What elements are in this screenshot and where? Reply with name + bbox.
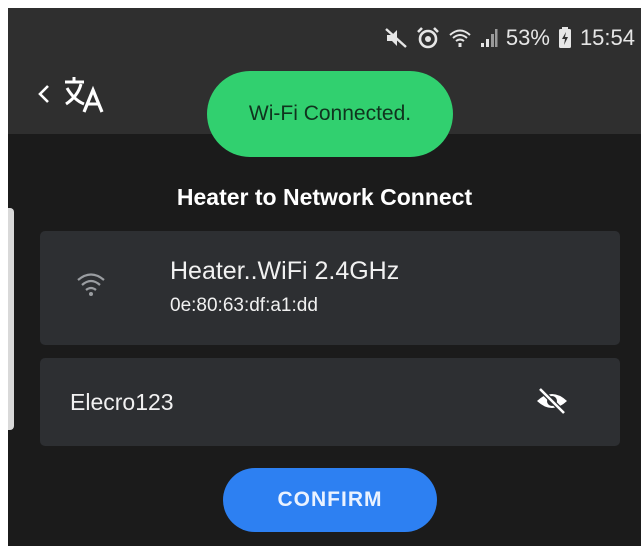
battery-charging-icon [558, 27, 572, 49]
network-name: Heater..WiFi 2.4GHz [170, 257, 400, 285]
network-card[interactable]: Heater..WiFi 2.4GHz 0e:80:63:df:a1:dd [40, 231, 620, 345]
app-screen: 53% 15:54 Wi-Fi Connected. Heater to Net… [8, 8, 641, 546]
password-value: Elecro123 [70, 389, 174, 415]
password-field[interactable]: Elecro123 [40, 358, 620, 446]
battery-percent: 53% [505, 25, 550, 50]
password-visibility-toggle[interactable] [534, 386, 570, 416]
page-title: Heater to Network Connect [176, 184, 473, 210]
wifi-connected-toast: Wi-Fi Connected. [207, 71, 453, 157]
wifi-calling-icon [448, 27, 472, 49]
back-button[interactable] [34, 80, 54, 108]
mute-icon [384, 27, 408, 49]
signal-icon [480, 28, 498, 48]
translate-icon [65, 77, 104, 113]
chevron-left-icon [38, 85, 49, 103]
wifi-icon [76, 271, 106, 297]
translate-button[interactable] [62, 74, 106, 114]
side-scroll-handle[interactable] [8, 208, 14, 430]
status-bar: 53% 15:54 [384, 24, 635, 52]
network-mac-address: 0e:80:63:df:a1:dd [170, 295, 318, 316]
status-time: 15:54 [579, 25, 635, 50]
confirm-button[interactable]: CONFIRM [223, 468, 437, 532]
eye-off-icon [537, 387, 567, 415]
alarm-icon [416, 26, 440, 50]
